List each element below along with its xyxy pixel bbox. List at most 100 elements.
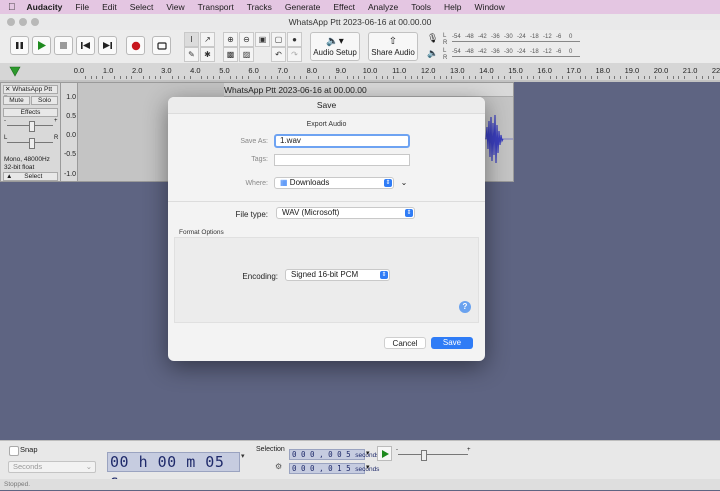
menu-tools[interactable]: Tools [411, 2, 431, 12]
time-menu-chevron-icon[interactable]: ▾ [241, 452, 245, 460]
meter-scale-label: -54 [452, 34, 461, 40]
playback-speed-thumb[interactable] [421, 450, 427, 461]
meter-scale-label: -48 [465, 34, 474, 40]
share-audio-button[interactable]: ⇧ Share Audio [368, 32, 418, 61]
zoom-out-button[interactable]: ⊖ [239, 32, 254, 47]
envelope-tool[interactable]: ↗ [200, 32, 215, 47]
playback-speed-slider[interactable] [398, 454, 468, 455]
clip-name: WhatsApp Ptt 2023-06-16 at 00.00.00 [224, 85, 367, 95]
menu-effect[interactable]: Effect [333, 2, 355, 12]
minimize-window-button[interactable] [19, 18, 27, 26]
expand-chevron-icon[interactable]: ⌄ [399, 178, 409, 188]
menu-window[interactable]: Window [475, 2, 505, 12]
timeline-minor-tick [416, 76, 418, 79]
encoding-popup[interactable]: Signed 16-bit PCM ⇕ [285, 269, 390, 281]
trim-icon: ▩ [226, 50, 235, 59]
menu-edit[interactable]: Edit [102, 2, 117, 12]
zoom-toggle-button[interactable]: ● [287, 32, 302, 47]
menu-generate[interactable]: Generate [285, 2, 320, 12]
pause-button[interactable] [10, 36, 29, 55]
timeline-minor-tick [474, 76, 476, 79]
undo-button[interactable]: ↶ [271, 47, 286, 62]
loop-icon [156, 41, 167, 50]
timeline-minor-tick [503, 76, 505, 79]
help-icon[interactable]: ? [459, 301, 471, 313]
apple-icon[interactable]:  [8, 2, 16, 13]
snap-checkbox[interactable] [9, 446, 19, 456]
selection-gear-icon[interactable]: ⚙ [275, 462, 282, 471]
zoom-in-button[interactable]: ⊕ [223, 32, 238, 47]
menu-view[interactable]: View [166, 2, 184, 12]
meter-scale-label: -36 [491, 49, 500, 55]
menu-transport[interactable]: Transport [198, 2, 234, 12]
timeline-minor-tick [271, 76, 273, 79]
save-button[interactable]: Save [431, 337, 473, 349]
multi-tool[interactable]: ✱ [200, 47, 215, 62]
stop-button[interactable] [54, 36, 73, 55]
collapse-track-icon[interactable]: ▲ [6, 173, 12, 180]
trim-button[interactable]: ▩ [223, 47, 238, 62]
save-as-field[interactable]: 1.wav [274, 134, 410, 148]
close-track-icon[interactable]: ✕ [5, 86, 10, 93]
menu-select[interactable]: Select [130, 2, 154, 12]
fit-selection-button[interactable]: ▣ [255, 32, 270, 47]
record-button[interactable] [126, 36, 145, 55]
pause-icon [16, 42, 23, 49]
export-audio-heading: Export Audio [306, 121, 347, 128]
file-type-popup[interactable]: WAV (Microsoft) ⇕ [276, 207, 415, 219]
play-at-speed-button[interactable] [377, 446, 392, 461]
audio-setup-button[interactable]: 🔈▾ Audio Setup [310, 32, 360, 61]
selection-end-field[interactable]: 0 0 0 , 0 1 5 seconds [289, 463, 379, 474]
end-chevron-icon[interactable]: ▾ [366, 463, 370, 471]
timeline-minor-tick [125, 76, 127, 79]
start-chevron-icon[interactable]: ▾ [366, 449, 370, 457]
tags-field[interactable] [274, 154, 410, 166]
track-menu[interactable]: ✕ WhatsApp Ptt ▾ [3, 85, 58, 101]
menu-tracks[interactable]: Tracks [247, 2, 272, 12]
timeline-minor-tick [241, 76, 243, 79]
selection-start-field[interactable]: 0 0 0 , 0 0 5 seconds [289, 449, 379, 460]
snap-unit-select[interactable]: Seconds ⌄ [8, 461, 96, 473]
cancel-button[interactable]: Cancel [384, 337, 426, 349]
solo-button[interactable]: Solo [31, 96, 58, 105]
effects-button[interactable]: Effects [3, 108, 58, 117]
gain-slider-thumb[interactable] [29, 121, 35, 132]
meter-scale-label: -54 [452, 49, 461, 55]
skip-to-end-button[interactable] [98, 36, 117, 55]
select-track-button[interactable]: ▲ Select [3, 172, 58, 181]
loop-button[interactable] [152, 36, 171, 55]
pin-playhead-icon[interactable] [9, 66, 21, 77]
record-meter[interactable]: -54 -48 -42 -36 -30 -24 -18 -12 -6 0 [452, 34, 580, 43]
menu-help[interactable]: Help [444, 2, 461, 12]
selection-tool[interactable]: I [184, 32, 199, 47]
timeline-minor-tick [422, 76, 424, 79]
play-button[interactable] [32, 36, 51, 55]
mute-button[interactable]: Mute [3, 96, 30, 105]
speaker-meter-icon: 🔈 [427, 48, 439, 58]
draw-tool[interactable]: ✎ [184, 47, 199, 62]
where-value: Downloads [289, 178, 330, 187]
timeline-minor-tick [556, 76, 558, 79]
menu-file[interactable]: File [75, 2, 89, 12]
pan-slider-thumb[interactable] [29, 138, 35, 149]
timeline-minor-tick [172, 76, 174, 79]
time-display[interactable]: 00 h 00 m 05 s [107, 452, 240, 490]
timeline-minor-tick [259, 76, 261, 79]
silence-icon: ▨ [242, 50, 251, 59]
zoom-window-button[interactable] [31, 18, 39, 26]
where-popup[interactable]: ▦ Downloads ⇕ [274, 177, 394, 189]
selection-end-value: 0 0 0 , 0 1 5 [292, 464, 351, 473]
close-window-button[interactable] [7, 18, 15, 26]
skip-to-start-button[interactable] [76, 36, 95, 55]
redo-button[interactable]: ↷ [287, 47, 302, 62]
silence-button[interactable]: ▨ [239, 47, 254, 62]
timeline-minor-tick [183, 76, 185, 79]
timeline-minor-tick [492, 76, 494, 79]
fit-project-icon: ▢ [274, 35, 283, 44]
timeline-ruler[interactable]: 0.0 1.0 2.0 3.0 4.0 5.0 6.0 7.0 8.0 9.0 10.0 11.0 12… [0, 63, 720, 81]
playback-meter[interactable]: -54 -48 -42 -36 -30 -24 -18 -12 -6 0 [452, 49, 580, 58]
fit-project-button[interactable]: ▢ [271, 32, 286, 47]
window-titlebar: WhatsApp Ptt 2023-06-16 at 00.00.00 [0, 14, 720, 30]
menu-analyze[interactable]: Analyze [368, 2, 398, 12]
menu-audacity[interactable]: Audacity [27, 2, 63, 12]
